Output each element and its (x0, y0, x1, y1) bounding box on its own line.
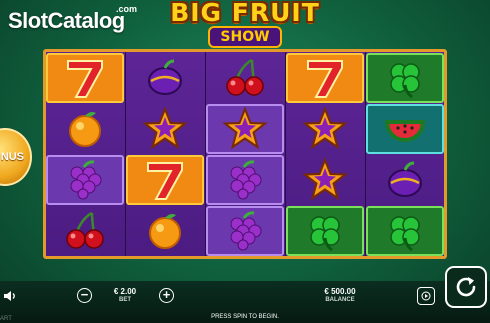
edge-text: ART (0, 316, 12, 322)
seven-symbol (46, 53, 124, 103)
status-message: PRESS SPIN TO BEGIN. (211, 314, 279, 320)
logo-title: BIG FRUIT (170, 0, 320, 27)
star-symbol (286, 155, 364, 205)
watermark-brand: SlotCatalog (8, 8, 125, 33)
reel-4 (286, 52, 366, 256)
autoplay-button[interactable] (417, 287, 435, 305)
slotcatalog-watermark: SlotCatalog .com (8, 4, 137, 34)
bet-decrease-button[interactable]: − (77, 288, 92, 303)
autoplay-icon (421, 291, 431, 301)
bonus-label: NUS (0, 151, 24, 163)
seven-symbol (286, 53, 364, 103)
orange-symbol (126, 206, 204, 256)
seven-symbol (126, 155, 204, 205)
plum-symbol (366, 155, 444, 205)
plus-icon: + (162, 287, 171, 302)
game-logo: BIG FRUIT SHOW (160, 0, 330, 48)
grapes-symbol (46, 155, 124, 205)
bonus-buy-button[interactable]: NUS (0, 128, 32, 186)
spin-button[interactable] (445, 266, 487, 308)
clover-symbol (286, 206, 364, 256)
bet-value: € 2.00 (113, 287, 137, 296)
grapes-symbol (206, 155, 284, 205)
balance-label: BALANCE (325, 297, 355, 303)
orange-symbol (46, 104, 124, 154)
logo-subtitle: SHOW (208, 26, 282, 48)
clover-symbol (366, 206, 444, 256)
bet-label: BET (119, 297, 131, 303)
watermelon-symbol (366, 104, 444, 154)
bet-increase-button[interactable]: + (159, 288, 174, 303)
star-symbol (286, 104, 364, 154)
grapes-symbol (206, 206, 284, 256)
reel-grid (43, 49, 447, 259)
cherry-symbol (206, 53, 284, 103)
watermark-domain: .com (116, 4, 138, 14)
star-symbol (126, 104, 204, 154)
spin-icon (456, 277, 476, 297)
clover-symbol (366, 53, 444, 103)
plum-symbol (126, 53, 204, 103)
reel-3 (206, 52, 286, 256)
balance-value: € 500.00 (324, 287, 356, 296)
star-symbol (206, 104, 284, 154)
reel-2 (126, 52, 206, 256)
reel-5 (366, 52, 444, 256)
minus-icon: − (80, 287, 89, 302)
cherry-symbol (46, 206, 124, 256)
speaker-icon[interactable] (3, 289, 17, 303)
reel-1 (46, 52, 126, 256)
